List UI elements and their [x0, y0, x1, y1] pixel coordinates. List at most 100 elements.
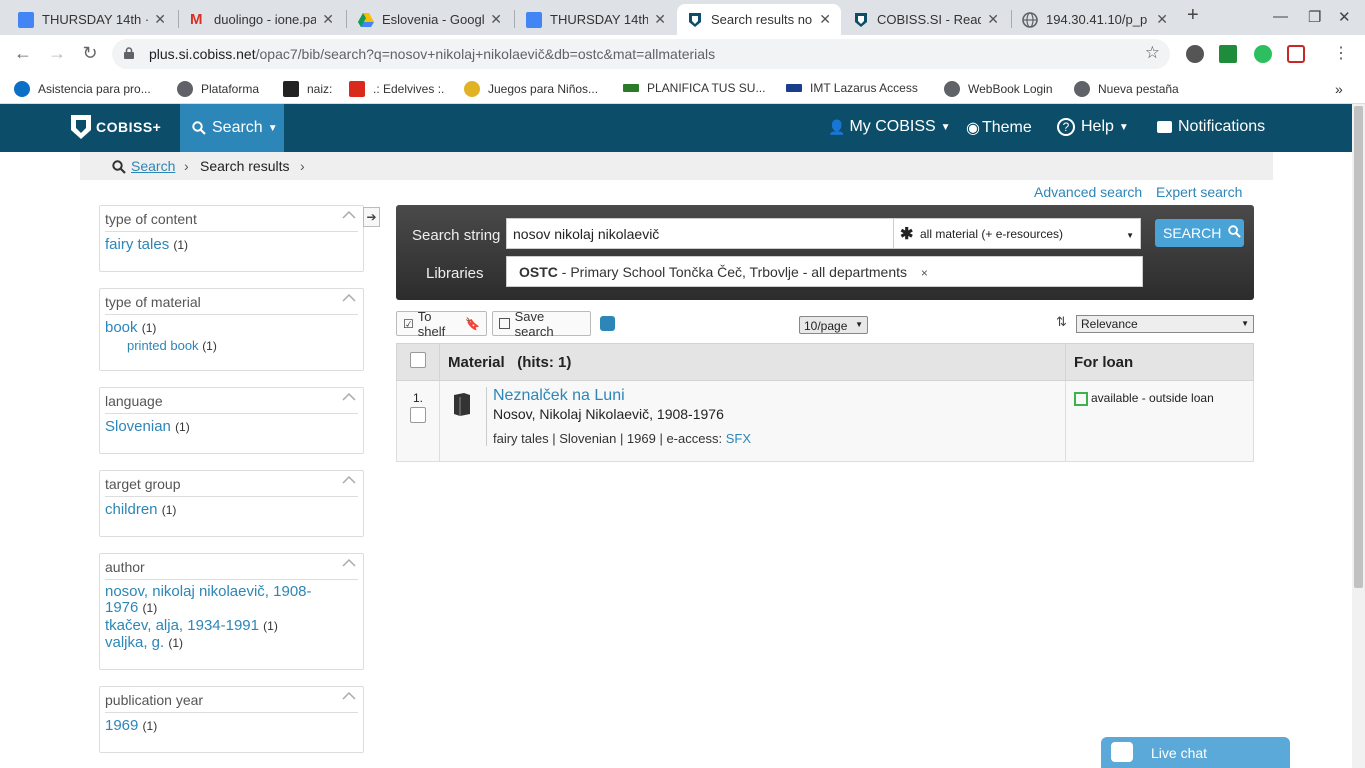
globe-icon — [1074, 81, 1090, 97]
search-button[interactable]: SEARCH — [1155, 219, 1244, 247]
minimize-button[interactable]: — — [1273, 8, 1288, 25]
close-icon[interactable]: ✕ — [490, 11, 502, 28]
browser-tab[interactable]: THURSDAY 14th · ✕ — [8, 4, 176, 35]
chevron-up-icon[interactable] — [342, 689, 356, 703]
bookmarks-overflow-button[interactable]: » — [1335, 81, 1343, 97]
dropdown-arrow-icon: ▼ — [1126, 231, 1134, 240]
browser-tab-active[interactable]: Search results no ✕ — [677, 4, 841, 35]
evernote-icon[interactable] — [1254, 45, 1272, 63]
new-tab-button[interactable]: + — [1187, 4, 1199, 27]
collapse-facets-button[interactable]: ➔ — [363, 207, 380, 227]
bookmark-item[interactable]: naiz: — [283, 81, 332, 97]
back-button[interactable]: ← — [12, 43, 34, 64]
eye-icon: ◉ — [966, 120, 980, 137]
dell-icon — [14, 81, 30, 97]
sort-select[interactable]: Relevance ▼ — [1076, 315, 1254, 333]
dropdown-arrow-icon: ▼ — [1241, 319, 1249, 328]
reload-button[interactable]: ↻ — [79, 43, 101, 64]
chevron-up-icon[interactable] — [342, 208, 356, 222]
cobiss-logo[interactable]: COBISS+ — [70, 114, 161, 140]
close-window-button[interactable]: ✕ — [1338, 8, 1351, 26]
close-icon[interactable]: ✕ — [654, 11, 666, 28]
edelvives-icon — [349, 81, 365, 97]
facet-link[interactable]: valjka, g. — [105, 634, 164, 651]
facet-link[interactable]: book — [105, 319, 138, 336]
close-icon[interactable]: ✕ — [154, 11, 166, 28]
browser-tab[interactable]: 194.30.41.10/p_p ✕ — [1012, 4, 1178, 35]
extension-icon[interactable] — [1219, 45, 1237, 63]
browser-tab[interactable]: Eslovenia - Googl ✕ — [348, 4, 512, 35]
libraries-input[interactable]: OSTC - Primary School Tončka Čeč, Trbovl… — [506, 256, 1143, 287]
chevron-up-icon[interactable] — [342, 291, 356, 305]
search-menu-button[interactable]: Search ▼ — [180, 104, 284, 152]
checkbox-icon: ☑ — [403, 316, 414, 331]
remove-library-button[interactable]: × — [921, 266, 928, 280]
close-icon[interactable]: ✕ — [987, 11, 999, 28]
facet-link[interactable]: nosov, nikolaj nikolaevič, 1908-1976 — [105, 583, 312, 616]
close-icon[interactable]: ✕ — [1156, 11, 1168, 28]
facet-type-of-content: type of content fairy tales (1) — [99, 205, 364, 272]
restore-button[interactable]: ❐ — [1308, 8, 1321, 26]
facet-link[interactable]: Slovenian — [105, 418, 171, 435]
close-icon[interactable]: ✕ — [322, 11, 334, 28]
row-checkbox[interactable] — [410, 407, 426, 423]
facet-link[interactable]: tkačev, alja, 1934-1991 — [105, 617, 259, 634]
forward-button[interactable]: → — [46, 43, 68, 64]
bookmark-icon: 🔖 — [465, 316, 480, 331]
bookmark-item[interactable]: PLANIFICA TUS SU... — [623, 81, 765, 95]
chevron-up-icon[interactable] — [342, 473, 356, 487]
bookmark-item[interactable]: Asistencia para pro... — [14, 81, 151, 97]
cobiss-icon — [687, 12, 703, 28]
bookmark-item[interactable]: Juegos para Niños... — [464, 81, 598, 97]
address-bar[interactable]: plus.si.cobiss.net/opac7/bib/search?q=no… — [112, 39, 1170, 69]
spotify-icon[interactable] — [1186, 45, 1204, 63]
bookmark-item[interactable]: Nueva pestaña — [1074, 81, 1179, 97]
browser-tab[interactable]: THURSDAY 14th · ✕ — [516, 4, 676, 35]
bookmark-item[interactable]: IMT Lazarus Access — [786, 81, 918, 95]
scrollbar-thumb[interactable] — [1354, 106, 1363, 588]
help-menu[interactable]: ? Help ▼ — [1057, 118, 1129, 136]
save-search-button[interactable]: Save search — [492, 309, 591, 339]
per-page-select[interactable]: 10/page ▼ — [799, 316, 868, 334]
facet-language: language Slovenian (1) — [99, 387, 364, 454]
material-select[interactable]: ✱ all material (+ e-resources) ▼ — [893, 218, 1141, 249]
facet-publication-year: publication year 1969 (1) — [99, 686, 364, 753]
chevron-up-icon[interactable] — [342, 556, 356, 570]
result-title-link[interactable]: Neznalček na Luni — [493, 387, 625, 404]
notifications-button[interactable]: Notifications — [1157, 118, 1265, 136]
search-icon — [192, 121, 206, 135]
browser-menu-icon[interactable]: ⋮ — [1330, 43, 1352, 63]
search-string-label: Search string — [412, 227, 501, 244]
bookmark-item[interactable]: Plataforma — [177, 81, 259, 97]
chevron-up-icon[interactable] — [342, 390, 356, 404]
select-all-checkbox[interactable] — [410, 352, 426, 368]
rss-icon[interactable] — [600, 316, 615, 331]
facet-link[interactable]: fairy tales — [105, 236, 169, 253]
for-loan-column-header: For loan — [1065, 343, 1254, 381]
imt-icon — [786, 84, 802, 92]
expert-search-link[interactable]: Expert search — [1156, 184, 1242, 200]
sfx-link[interactable]: SFX — [726, 431, 751, 446]
page-scrollbar[interactable] — [1352, 104, 1365, 768]
breadcrumb-current: Search results — [200, 158, 290, 174]
browser-tab[interactable]: COBISS.SI - Read ✕ — [843, 4, 1009, 35]
bookmark-item[interactable]: .: Edelvives :. — [349, 81, 444, 97]
to-shelf-button[interactable]: ☑ To shelf 🔖 — [396, 309, 487, 339]
facet-link[interactable]: 1969 — [105, 717, 138, 734]
breadcrumb-search-link[interactable]: Search — [131, 158, 175, 174]
availability-status: available - outside loan — [1091, 391, 1214, 405]
advanced-search-link[interactable]: Advanced search — [1034, 184, 1142, 200]
bookmark-item[interactable]: WebBook Login — [944, 81, 1053, 97]
facet-link[interactable]: children — [105, 501, 158, 518]
close-icon[interactable]: ✕ — [819, 11, 831, 28]
pocket-icon[interactable] — [1287, 45, 1305, 63]
theme-button[interactable]: ◉ Theme — [966, 118, 1032, 138]
globe-icon — [1022, 11, 1038, 28]
browser-tab[interactable]: M duolingo - ione.pa ✕ — [180, 4, 344, 35]
search-input[interactable]: nosov nikolaj nikolaevič — [506, 218, 894, 249]
bookmark-star-icon[interactable]: ☆ — [1145, 43, 1160, 63]
live-chat-button[interactable]: Live chat — [1101, 737, 1290, 768]
chevron-down-icon: ▼ — [1118, 121, 1129, 133]
facet-link[interactable]: printed book — [127, 338, 199, 353]
my-cobiss-menu[interactable]: 👤 My COBISS ▼ — [828, 118, 951, 136]
